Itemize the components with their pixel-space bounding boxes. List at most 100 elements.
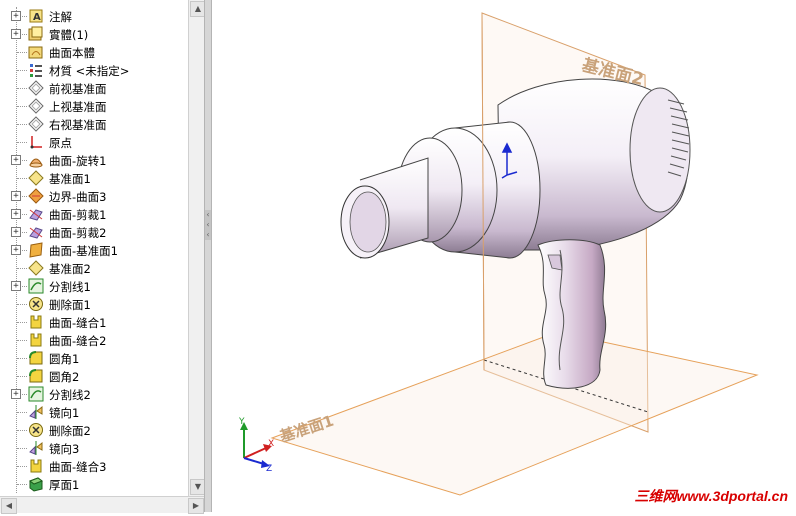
feature-tree-item[interactable]: 删除面2	[0, 421, 188, 439]
tree-branch-line	[17, 412, 27, 413]
knit-surface-icon	[28, 314, 44, 330]
tree-branch-line	[17, 52, 27, 53]
surface-bodies-icon	[28, 44, 44, 60]
feature-tree-item-label: 原点	[49, 136, 72, 150]
feature-tree-item[interactable]: 圆角2	[0, 367, 188, 385]
feature-manager-tree: + A 注解 + 實體(1) 曲面本體 材質 <未指定> 前视基准面 上视基准面 右视基准面 原点 +…	[0, 0, 189, 496]
tree-branch-line	[17, 304, 27, 305]
mirror-icon	[28, 440, 44, 456]
mirror-icon	[28, 404, 44, 420]
plane-icon	[28, 98, 44, 114]
feature-tree-item-label: 曲面-缝合2	[49, 334, 107, 348]
feature-tree-item[interactable]: 材質 <未指定>	[0, 61, 188, 79]
feature-tree-item[interactable]: 镜向3	[0, 439, 188, 457]
feature-tree-item[interactable]: 右视基准面	[0, 115, 188, 133]
expand-icon[interactable]: +	[11, 389, 21, 399]
watermark-text: 三维网www.3dportal.cn	[634, 488, 789, 504]
plane-icon	[28, 116, 44, 132]
material-icon	[28, 62, 44, 78]
expand-icon[interactable]: +	[11, 11, 21, 21]
plane-icon	[28, 80, 44, 96]
feature-tree-item[interactable]: + 曲面-旋转1	[0, 151, 188, 169]
feature-tree-item-label: 曲面-缝合3	[49, 460, 107, 474]
feature-tree-item[interactable]: + 實體(1)	[0, 25, 188, 43]
delete-face-icon	[28, 296, 44, 312]
expand-icon[interactable]: +	[11, 155, 21, 165]
view-triad-icon: Y X Z	[238, 417, 274, 474]
ref-plane-icon	[28, 260, 44, 276]
feature-tree-item[interactable]: 基准面2	[0, 259, 188, 277]
feature-tree-item[interactable]: 圆角1	[0, 349, 188, 367]
feature-tree-item-label: 厚面1	[49, 478, 80, 492]
ref-plane-icon	[28, 170, 44, 186]
tree-branch-line	[17, 106, 27, 107]
expand-icon[interactable]: +	[11, 191, 21, 201]
feature-tree-item[interactable]: 基准面1	[0, 169, 188, 187]
expand-icon[interactable]: +	[11, 29, 21, 39]
dryer-handle	[537, 239, 607, 389]
trim-surface-icon	[28, 206, 44, 222]
tree-horizontal-scrollbar[interactable]: ◀ ▶	[0, 496, 204, 514]
fillet-icon	[28, 350, 44, 366]
graphics-viewport[interactable]: 基准面2 基准面1 Y X Z 三维网www.3dportal.cn	[211, 0, 796, 512]
solid-bodies-icon	[28, 26, 44, 42]
triad-z-label: Z	[266, 464, 272, 474]
knit-surface-icon	[28, 332, 44, 348]
feature-tree-item[interactable]: 原点	[0, 133, 188, 151]
tree-branch-line	[17, 268, 27, 269]
expand-icon[interactable]: +	[11, 245, 21, 255]
feature-tree-item[interactable]: + 分割线2	[0, 385, 188, 403]
origin-icon	[28, 134, 44, 150]
tree-branch-line	[17, 466, 27, 467]
fillet-icon	[28, 368, 44, 384]
feature-tree-item[interactable]: 镜向1	[0, 403, 188, 421]
feature-tree-item-label: 曲面-旋转1	[49, 154, 107, 168]
feature-tree-item-label: 曲面-缝合1	[49, 316, 107, 330]
feature-tree-item-label: 曲面-剪裁1	[49, 208, 107, 222]
feature-tree-item[interactable]: 厚面1	[0, 475, 188, 493]
feature-tree-item-label: 曲面-剪裁2	[49, 226, 107, 240]
feature-tree-item[interactable]: + 曲面-剪裁2	[0, 223, 188, 241]
thicken-icon	[28, 476, 44, 492]
feature-tree-item[interactable]: 曲面-缝合3	[0, 457, 188, 475]
tree-branch-line	[17, 358, 27, 359]
feature-tree-item[interactable]: 前视基准面	[0, 79, 188, 97]
tree-vertical-scrollbar[interactable]: ▲ ▼	[188, 0, 206, 496]
tree-branch-line	[17, 340, 27, 341]
annotation-icon: A	[28, 8, 44, 24]
tree-branch-line	[17, 448, 27, 449]
feature-tree-item[interactable]: 上视基准面	[0, 97, 188, 115]
feature-tree-item-label: 分割线1	[49, 280, 91, 294]
split-line-icon	[28, 278, 44, 294]
feature-tree-item[interactable]: + 曲面-剪裁1	[0, 205, 188, 223]
feature-tree-item-label: 注解	[49, 10, 72, 24]
expand-icon[interactable]: +	[11, 227, 21, 237]
feature-tree-item-label: 镜向3	[49, 442, 80, 456]
feature-tree-item[interactable]: 曲面本體	[0, 43, 188, 61]
expand-icon[interactable]: +	[11, 281, 21, 291]
feature-tree-item[interactable]: 曲面-缝合2	[0, 331, 188, 349]
tree-branch-line	[17, 88, 27, 89]
feature-tree-item-label: 基准面1	[49, 172, 91, 186]
tree-branch-line	[17, 376, 27, 377]
boundary-surface-icon	[28, 188, 44, 204]
feature-tree-item[interactable]: + A 注解	[0, 7, 188, 25]
trim-surface-icon	[28, 224, 44, 240]
feature-tree-item[interactable]: + 曲面-基准面1	[0, 241, 188, 259]
svg-text:A: A	[33, 12, 41, 23]
feature-tree-item-label: 基准面2	[49, 262, 91, 276]
triad-x-label: X	[268, 439, 274, 449]
feature-tree-item[interactable]: 曲面-缝合1	[0, 313, 188, 331]
tree-branch-line	[17, 484, 27, 485]
feature-tree-item-label: 删除面1	[49, 298, 91, 312]
expand-icon[interactable]: +	[11, 209, 21, 219]
model-canvas[interactable]: 基准面2 基准面1 Y X Z	[211, 0, 796, 512]
tree-branch-line	[17, 142, 27, 143]
feature-tree-item-label: 前视基准面	[49, 82, 107, 96]
feature-tree-item[interactable]: + 边界-曲面3	[0, 187, 188, 205]
feature-tree-item[interactable]: + 分割线1	[0, 277, 188, 295]
feature-tree-item[interactable]: 删除面1	[0, 295, 188, 313]
feature-tree-item-label: 右视基准面	[49, 118, 107, 132]
feature-tree-item-label: 實體(1)	[49, 28, 89, 42]
feature-tree-item-label: 圆角1	[49, 352, 80, 366]
